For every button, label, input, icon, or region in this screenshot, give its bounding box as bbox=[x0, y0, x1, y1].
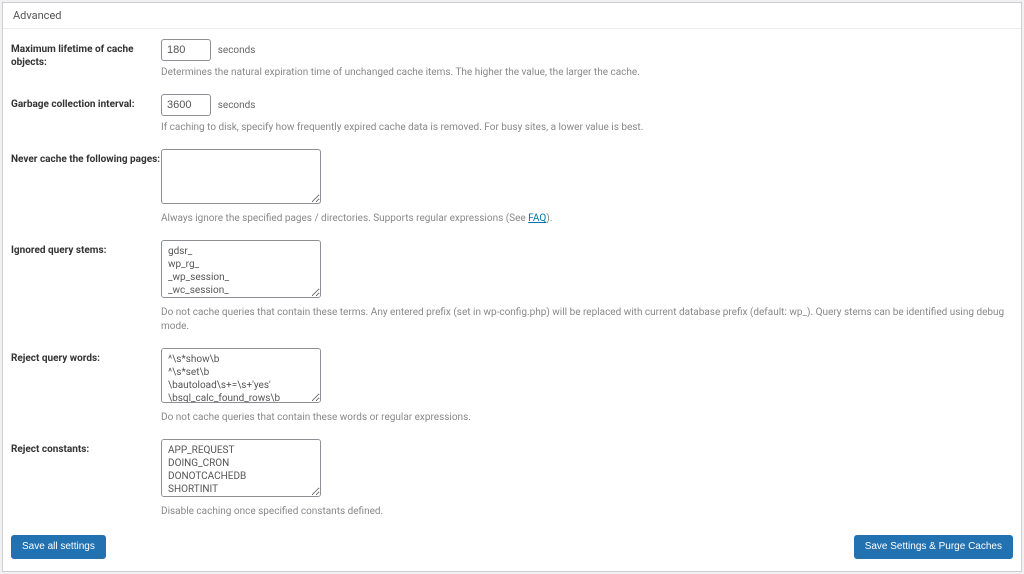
row-reject-constants: Reject constants: Disable caching once s… bbox=[11, 439, 1013, 519]
save-all-button[interactable]: Save all settings bbox=[11, 535, 106, 559]
unit-lifetime: seconds bbox=[218, 45, 256, 56]
label-never-cache: Never cache the following pages: bbox=[11, 149, 161, 166]
help-never-cache-pre: Always ignore the specified pages / dire… bbox=[161, 213, 528, 224]
label-reject-constants: Reject constants: bbox=[11, 439, 161, 456]
panel-title: Advanced bbox=[3, 3, 1021, 29]
textarea-reject-words[interactable] bbox=[161, 348, 321, 403]
label-lifetime: Maximum lifetime of cache objects: bbox=[11, 39, 161, 69]
row-reject-words: Reject query words: Do not cache queries… bbox=[11, 348, 1013, 425]
label-query-stems: Ignored query stems: bbox=[11, 240, 161, 257]
footer-row: Save all settings Save Settings & Purge … bbox=[11, 533, 1013, 563]
help-reject-constants: Disable caching once specified constants… bbox=[161, 505, 1013, 519]
textarea-reject-constants[interactable] bbox=[161, 439, 321, 497]
label-reject-words: Reject query words: bbox=[11, 348, 161, 365]
help-lifetime: Determines the natural expiration time o… bbox=[161, 66, 1013, 80]
textarea-never-cache[interactable] bbox=[161, 149, 321, 204]
help-reject-words: Do not cache queries that contain these … bbox=[161, 411, 1013, 425]
row-gc: Garbage collection interval: seconds If … bbox=[11, 94, 1013, 135]
advanced-panel: Advanced Maximum lifetime of cache objec… bbox=[2, 2, 1022, 572]
help-never-cache: Always ignore the specified pages / dire… bbox=[161, 212, 1013, 226]
control-gc: seconds If caching to disk, specify how … bbox=[161, 94, 1013, 135]
save-purge-button[interactable]: Save Settings & Purge Caches bbox=[854, 535, 1013, 559]
row-lifetime: Maximum lifetime of cache objects: secon… bbox=[11, 39, 1013, 80]
input-lifetime[interactable] bbox=[161, 39, 211, 61]
control-reject-words: Do not cache queries that contain these … bbox=[161, 348, 1013, 425]
control-reject-constants: Disable caching once specified constants… bbox=[161, 439, 1013, 519]
panel-body: Maximum lifetime of cache objects: secon… bbox=[3, 29, 1021, 571]
help-gc: If caching to disk, specify how frequent… bbox=[161, 121, 1013, 135]
faq-link[interactable]: FAQ bbox=[528, 213, 546, 224]
label-gc: Garbage collection interval: bbox=[11, 94, 161, 111]
input-gc[interactable] bbox=[161, 94, 211, 116]
unit-gc: seconds bbox=[218, 100, 256, 111]
help-query-stems: Do not cache queries that contain these … bbox=[161, 306, 1013, 334]
textarea-query-stems[interactable] bbox=[161, 240, 321, 298]
control-never-cache: Always ignore the specified pages / dire… bbox=[161, 149, 1013, 226]
help-never-cache-post: ). bbox=[546, 213, 552, 224]
row-never-cache: Never cache the following pages: Always … bbox=[11, 149, 1013, 226]
control-query-stems: Do not cache queries that contain these … bbox=[161, 240, 1013, 334]
row-query-stems: Ignored query stems: Do not cache querie… bbox=[11, 240, 1013, 334]
control-lifetime: seconds Determines the natural expiratio… bbox=[161, 39, 1013, 80]
